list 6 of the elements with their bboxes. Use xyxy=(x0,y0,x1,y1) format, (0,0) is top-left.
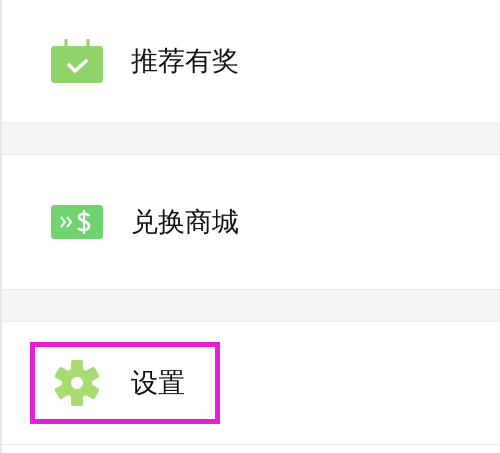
exchange-icon xyxy=(51,205,103,239)
menu-label: 设置 xyxy=(131,367,185,401)
menu-label: 兑换商城 xyxy=(131,206,239,240)
settings-icon xyxy=(53,359,101,407)
calendar-check-icon xyxy=(49,38,105,84)
menu-label: 推荐有奖 xyxy=(131,45,239,79)
